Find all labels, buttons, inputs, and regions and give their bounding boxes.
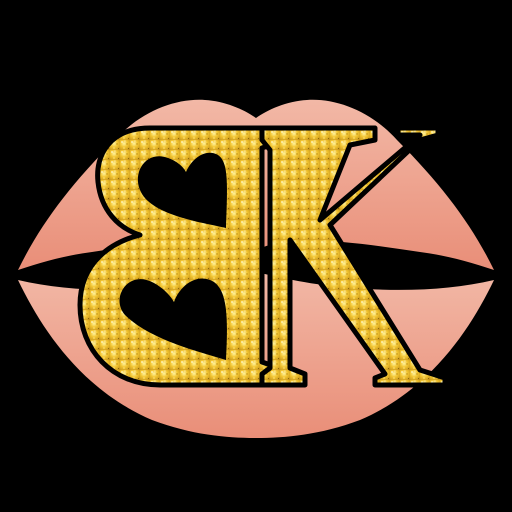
bk-lips-logo (18, 99, 494, 438)
logo-canvas (0, 0, 512, 512)
mirrored-b-letter (77, 125, 288, 388)
